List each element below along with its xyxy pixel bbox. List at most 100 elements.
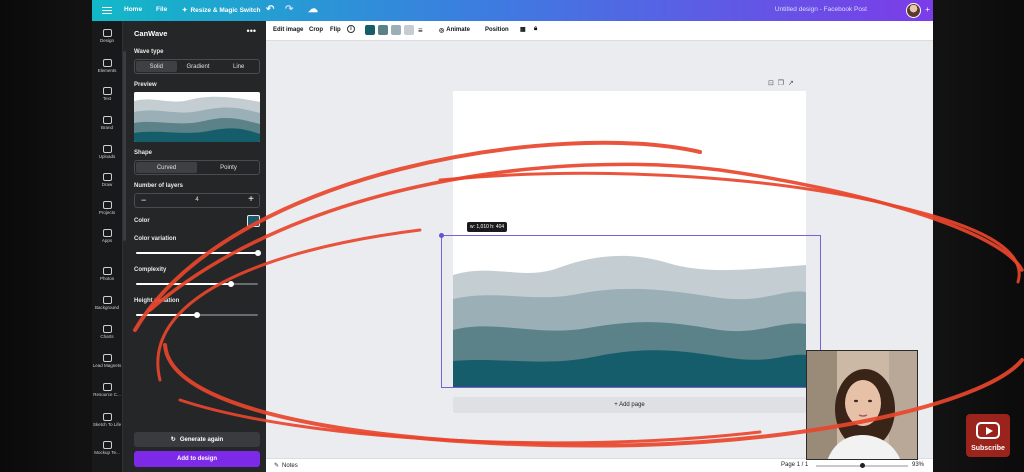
resource-icon bbox=[102, 383, 112, 391]
rail-item-mockup-te[interactable]: Mockup Te... bbox=[92, 441, 122, 455]
rail-item-label: Mockup Te... bbox=[94, 450, 120, 455]
page-lock-icon[interactable]: ⊡ bbox=[768, 80, 774, 87]
slider-knob[interactable] bbox=[228, 280, 235, 287]
shape-curved[interactable]: Curved bbox=[136, 162, 197, 173]
line-style-icon[interactable]: ≡ bbox=[418, 26, 423, 35]
zoom-value[interactable]: 93% bbox=[912, 462, 924, 468]
file-menu[interactable]: File bbox=[156, 6, 167, 13]
preview-label: Preview bbox=[134, 82, 157, 88]
lock-icon[interactable]: 🔒︎ bbox=[534, 26, 537, 33]
increment-icon[interactable]: + bbox=[248, 194, 254, 205]
wave-type-solid[interactable]: Solid bbox=[136, 61, 177, 72]
rail-item-text[interactable]: Text bbox=[92, 87, 122, 101]
generate-label: Generate again bbox=[179, 436, 224, 443]
size-badge: w: 1,010 h: 404 bbox=[467, 222, 508, 232]
canwave-panel: CanWave ••• Wave type Solid Gradient Lin… bbox=[122, 21, 272, 472]
wave-type-gradient[interactable]: Gradient bbox=[178, 60, 219, 73]
notes-label: Notes bbox=[282, 462, 298, 469]
slider-knob[interactable] bbox=[255, 249, 261, 256]
folder-icon bbox=[102, 201, 112, 209]
zoom-slider[interactable] bbox=[816, 463, 908, 468]
more-options-icon[interactable]: ••• bbox=[247, 26, 256, 36]
rail-item-uploads[interactable]: Uploads bbox=[92, 145, 122, 159]
wave-type-label: Wave type bbox=[134, 49, 164, 55]
height-variation-label: Height variation bbox=[134, 298, 180, 304]
avatar[interactable] bbox=[906, 3, 921, 18]
rail-item-projects[interactable]: Projects bbox=[92, 201, 122, 215]
resize-label: Resize & Magic Switch bbox=[190, 6, 261, 14]
color-swatch-1[interactable] bbox=[365, 25, 375, 35]
resize-magic-switch-button[interactable]: ✦ Resize & Magic Switch bbox=[182, 6, 261, 15]
edit-image-button[interactable]: Edit image bbox=[273, 27, 303, 33]
rail-item-draw[interactable]: Draw bbox=[92, 173, 122, 187]
design-title[interactable]: Untitled design - Facebook Post bbox=[775, 6, 867, 13]
notes-button[interactable]: ✎ Notes bbox=[274, 462, 298, 470]
rail-item-label: Photos bbox=[99, 276, 114, 281]
presenter-video bbox=[807, 351, 917, 459]
refresh-icon: ↻ bbox=[170, 437, 176, 443]
color-swatch-4[interactable] bbox=[404, 25, 414, 35]
animate-button[interactable]: ◎ Animate bbox=[439, 27, 470, 34]
layout-icon bbox=[102, 29, 112, 37]
subscribe-label: Subscribe bbox=[971, 445, 1005, 452]
color-variation-slider[interactable] bbox=[136, 249, 261, 256]
rail-item-brand[interactable]: Brand bbox=[92, 116, 122, 130]
youtube-icon bbox=[976, 422, 1000, 439]
page-indicator[interactable]: Page 1 / 1 bbox=[781, 462, 808, 468]
rail-item-photos[interactable]: Photos bbox=[92, 267, 122, 281]
flip-button[interactable]: Flip bbox=[330, 27, 341, 33]
rail-item-background[interactable]: Background bbox=[92, 296, 122, 310]
rail-item-resource-c[interactable]: Resource C... bbox=[92, 383, 122, 397]
position-button[interactable]: Position bbox=[485, 27, 509, 33]
rail-item-label: Uploads bbox=[98, 154, 116, 159]
selection-box[interactable] bbox=[441, 235, 821, 388]
rail-item-label: Text bbox=[102, 96, 112, 101]
page-duplicate-icon[interactable]: ❐ bbox=[778, 80, 784, 87]
layers-value[interactable]: 4 bbox=[135, 197, 259, 203]
transparency-icon[interactable]: ▦ bbox=[520, 26, 526, 33]
zoom-knob[interactable] bbox=[860, 463, 865, 468]
rail-item-elements[interactable]: Elements bbox=[92, 59, 122, 73]
color-swatch[interactable] bbox=[247, 215, 260, 227]
rail-item-sketch-to-life[interactable]: Sketch To Life bbox=[92, 413, 122, 427]
shape-pointy[interactable]: Pointy bbox=[198, 161, 259, 174]
rail-item-design[interactable]: Design bbox=[92, 29, 122, 43]
subscribe-button[interactable]: Subscribe bbox=[966, 414, 1010, 457]
crop-button[interactable]: Crop bbox=[309, 27, 323, 33]
more-icon[interactable]: + bbox=[925, 5, 930, 14]
rail-item-label: Lead Magnets bbox=[92, 363, 122, 368]
height-variation-slider[interactable] bbox=[136, 311, 258, 318]
resize-handle[interactable] bbox=[439, 233, 444, 238]
rail-item-lead-magnets[interactable]: Lead Magnets bbox=[92, 354, 122, 368]
page-share-icon[interactable]: ↗ bbox=[788, 80, 794, 87]
rail-item-charts[interactable]: Charts bbox=[92, 325, 122, 339]
color-swatch-2[interactable] bbox=[378, 25, 388, 35]
color-swatch-3[interactable] bbox=[391, 25, 401, 35]
layers-label: Number of layers bbox=[134, 183, 184, 189]
menu-icon[interactable] bbox=[102, 5, 112, 15]
generate-again-button[interactable]: ↻ Generate again bbox=[134, 432, 260, 447]
brand-icon bbox=[102, 116, 112, 124]
chart-icon bbox=[102, 325, 112, 333]
add-page-button[interactable]: + Add page bbox=[453, 397, 806, 413]
shape-label: Shape bbox=[134, 150, 153, 156]
info-icon[interactable]: i bbox=[347, 25, 355, 33]
undo-icon[interactable]: ↶ bbox=[266, 4, 274, 15]
wave-type-line[interactable]: Line bbox=[218, 60, 259, 73]
panel-scrollbar[interactable] bbox=[123, 51, 126, 241]
add-to-design-button[interactable]: Add to design bbox=[134, 451, 260, 467]
rail-item-apps[interactable]: Apps bbox=[92, 229, 122, 243]
slider-fill bbox=[136, 314, 197, 316]
wave-preview[interactable] bbox=[134, 92, 260, 142]
slider-fill bbox=[136, 283, 232, 285]
complexity-slider[interactable] bbox=[136, 280, 258, 287]
bottom-bar: ✎ Notes Page 1 / 1 93% bbox=[266, 458, 933, 472]
slider-knob[interactable] bbox=[194, 311, 200, 318]
shapes-icon bbox=[102, 59, 112, 67]
home-button[interactable]: Home bbox=[124, 6, 142, 13]
pen-icon bbox=[102, 173, 112, 181]
slider-fill bbox=[136, 252, 258, 254]
preview-waves bbox=[134, 92, 260, 142]
page-actions: ⊡ ❐ ↗ bbox=[768, 79, 794, 87]
redo-icon[interactable]: ↷ bbox=[285, 4, 293, 15]
